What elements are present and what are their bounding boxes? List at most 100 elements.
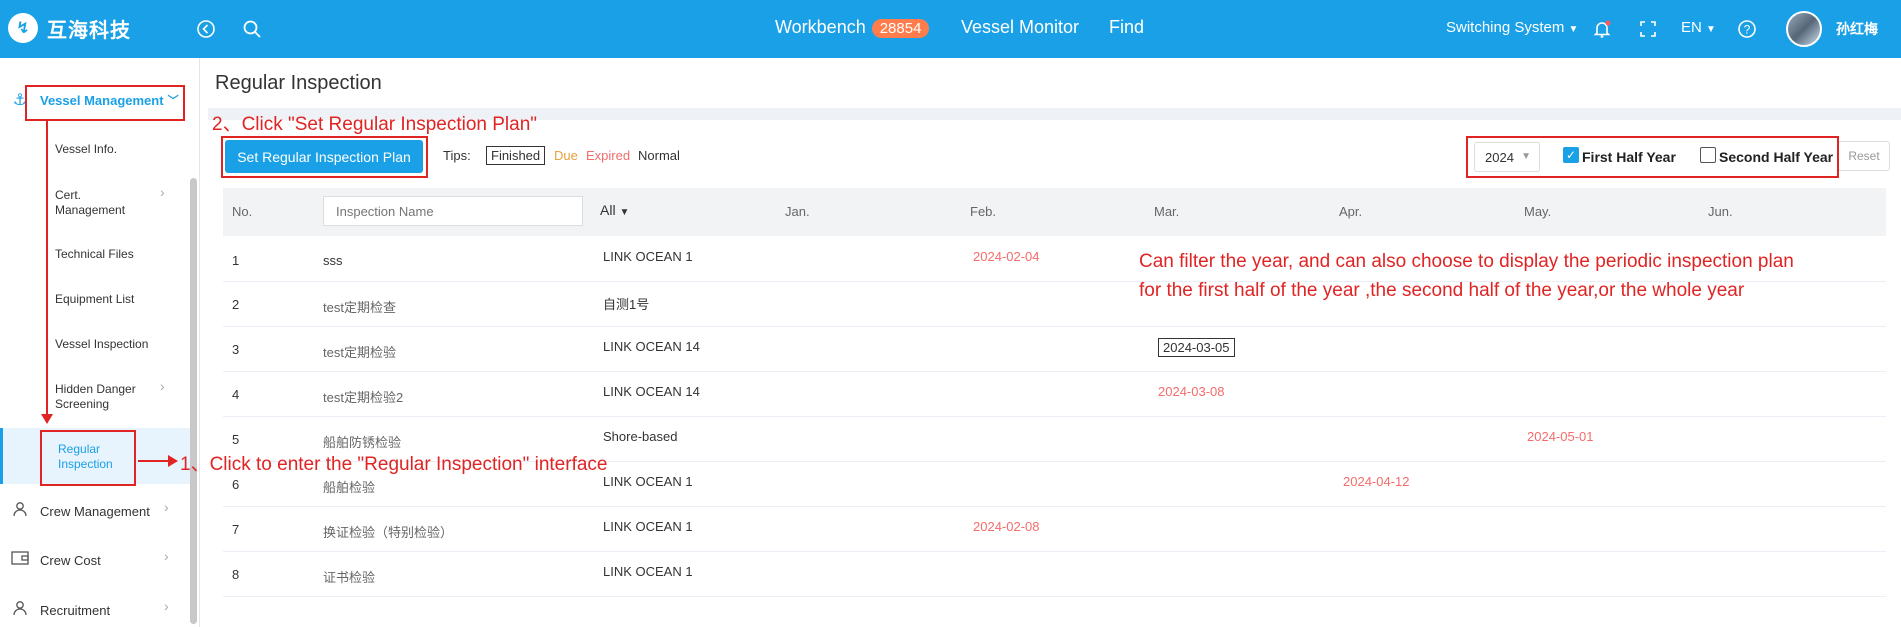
user-name[interactable]: 孙红梅 (1836, 19, 1878, 39)
row-4-vessel: LINK OCEAN 14 (603, 384, 700, 399)
sidebar-crew-management-label: Crew Management (40, 503, 150, 519)
annotation-arrow-vertical (46, 120, 48, 418)
row-8-name[interactable]: 证书检验 (323, 567, 375, 586)
sidebar-item-equipment-list[interactable]: Equipment List (55, 292, 134, 307)
col-month-apr: Apr. (1339, 204, 1363, 219)
row-3-vessel: LINK OCEAN 14 (603, 339, 700, 354)
svg-text:?: ? (1744, 23, 1751, 37)
row-7-name[interactable]: 换证检验（特别检验） (323, 522, 453, 541)
highlight-regular-inspection (40, 430, 136, 486)
row-2-name[interactable]: test定期检查 (323, 297, 396, 316)
annotation-step-2: 2、Click "Set Regular Inspection Plan" (212, 114, 538, 135)
row-2-vessel: 自测1号 (603, 297, 650, 312)
sidebar-crew-cost[interactable]: Crew Cost (0, 545, 190, 575)
row-6-date[interactable]: 2024-04-12 (1343, 474, 1410, 489)
search-icon[interactable] (240, 17, 264, 41)
nav-workbench[interactable]: Workbench 28854 (775, 17, 930, 38)
sidebar-item-vessel-info[interactable]: Vessel Info. (55, 142, 117, 157)
vessel-filter-select[interactable]: All ▼ (600, 202, 629, 218)
wallet-icon (0, 550, 40, 570)
chevron-right-icon: › (164, 548, 169, 564)
row-3-name[interactable]: test定期检验 (323, 342, 396, 361)
row-divider (223, 506, 1886, 507)
sidebar-crew-management[interactable]: Crew Management (0, 496, 190, 526)
highlight-vessel-management (25, 85, 185, 121)
avatar[interactable] (1786, 11, 1822, 47)
sidebar-item-cert-management[interactable]: Cert. Management (55, 188, 145, 218)
back-icon[interactable] (194, 17, 218, 41)
row-divider (223, 596, 1886, 597)
sidebar-recruitment-label: Recruitment (40, 602, 111, 618)
reset-button[interactable]: Reset (1838, 141, 1890, 171)
sidebar-item-technical-files[interactable]: Technical Files (55, 247, 134, 262)
nav-find[interactable]: Find (1109, 17, 1144, 38)
row-divider (223, 371, 1886, 372)
page-title: Regular Inspection (215, 72, 382, 94)
bell-icon[interactable] (1590, 17, 1614, 41)
sidebar-scrollbar[interactable] (190, 178, 197, 624)
tip-due: Due (554, 148, 578, 163)
row-6-name[interactable]: 船舶检验 (323, 477, 375, 496)
highlight-set-plan-button (221, 136, 428, 178)
row-divider (223, 416, 1886, 417)
row-1-date[interactable]: 2024-02-04 (973, 249, 1040, 264)
row-2-no: 2 (232, 297, 240, 312)
caret-down-icon: ▼ (1568, 24, 1579, 35)
annotation-filter-note-2: for the first half of the year ,the seco… (1139, 280, 1745, 301)
row-3-no: 3 (232, 342, 240, 357)
chevron-right-icon: › (160, 378, 165, 394)
chevron-right-icon: › (164, 598, 169, 614)
vessel-filter-value: All (600, 202, 616, 218)
logo[interactable]: ↯ 互海科技 (8, 13, 131, 43)
switching-system-label: Switching System (1446, 19, 1565, 36)
highlight-filter-controls (1466, 136, 1839, 178)
switching-system-dropdown[interactable]: Switching System ▼ (1446, 19, 1578, 36)
nav-vessel-monitor[interactable]: Vessel Monitor (961, 17, 1079, 38)
help-icon[interactable]: ? (1735, 17, 1759, 41)
workbench-count-badge: 28854 (871, 19, 930, 38)
arrow-down-icon (41, 414, 53, 424)
top-bar: ↯ 互海科技 Workbench 28854 Vessel Monitor Fin… (0, 0, 1901, 58)
tip-normal: Normal (638, 148, 680, 163)
arrow-right-icon (168, 455, 178, 467)
row-4-date[interactable]: 2024-03-08 (1158, 384, 1225, 399)
tip-finished: Finished (486, 146, 546, 165)
row-6-no: 6 (232, 477, 240, 492)
logo-text: 互海科技 (47, 19, 131, 42)
col-month-jun: Jun. (1708, 204, 1733, 219)
col-no: No. (232, 204, 253, 219)
nav-workbench-label: Workbench (775, 17, 866, 37)
col-month-feb: Feb. (970, 204, 997, 219)
caret-down-icon: ▼ (619, 207, 630, 218)
row-divider (223, 326, 1886, 327)
row-5-date[interactable]: 2024-05-01 (1527, 429, 1594, 444)
inspection-name-input[interactable] (323, 196, 583, 226)
row-4-no: 4 (232, 387, 240, 402)
sidebar-crew-cost-label: Crew Cost (40, 552, 101, 568)
row-6-vessel: LINK OCEAN 1 (603, 474, 693, 489)
annotation-step-1: 1、Click to enter the "Regular Inspection… (180, 454, 608, 475)
person-icon (0, 501, 40, 522)
row-1-name[interactable]: sss (323, 253, 343, 268)
row-7-no: 7 (232, 522, 240, 537)
fullscreen-icon[interactable] (1636, 17, 1660, 41)
row-5-vessel: Shore-based (603, 429, 678, 444)
row-8-vessel: LINK OCEAN 1 (603, 564, 693, 579)
language-dropdown[interactable]: EN ▼ (1681, 19, 1716, 36)
row-1-no: 1 (232, 253, 240, 268)
chevron-right-icon: › (160, 184, 165, 200)
tip-expired: Expired (586, 148, 631, 163)
caret-down-icon: ▼ (1706, 24, 1716, 35)
row-3-date[interactable]: 2024-03-05 (1158, 338, 1235, 357)
sidebar-recruitment[interactable]: Recruitment (0, 595, 190, 625)
language-label: EN (1681, 19, 1702, 36)
row-1-vessel: LINK OCEAN 1 (603, 249, 693, 264)
row-divider (223, 551, 1886, 552)
row-5-no: 5 (232, 432, 240, 447)
row-7-date[interactable]: 2024-02-08 (973, 519, 1040, 534)
tips-label: Tips: (443, 148, 471, 163)
row-4-name[interactable]: test定期检验2 (323, 387, 403, 406)
sidebar-item-hidden-danger-screening[interactable]: Hidden Danger Screening (55, 382, 150, 412)
sidebar-item-vessel-inspection[interactable]: Vessel Inspection (55, 337, 148, 352)
row-8-no: 8 (232, 567, 240, 582)
